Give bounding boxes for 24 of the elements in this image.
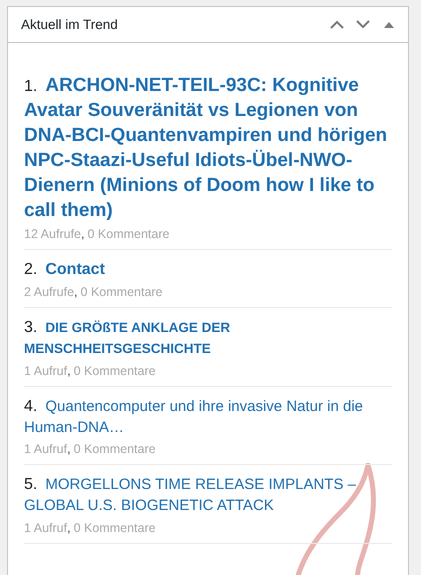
triangle-up-icon — [384, 22, 394, 28]
widget-title: Aktuell im Trend — [21, 17, 118, 32]
view-count: 2 Aufrufe — [24, 285, 74, 300]
post-title-link[interactable]: 3. DIE GRÖßTE ANKLAGE DER MENSCHHEITSGESCHICHTE — [24, 318, 392, 360]
comment-count: 0 Kommentare — [74, 364, 156, 378]
separator: , — [67, 364, 71, 378]
post-title-link[interactable]: 2. Contact — [24, 260, 392, 282]
comment-count: 0 Kommentare — [74, 442, 156, 456]
separator: , — [74, 285, 78, 300]
post-title-link[interactable]: 4. Quantencomputer und ihre invasive Natur in die Human-DNA… — [24, 396, 392, 438]
comment-count: 0 Kommentare — [87, 227, 170, 242]
view-count: 1 Aufruf — [24, 364, 68, 378]
chevron-up-icon — [330, 20, 344, 29]
comment-count: 0 Kommentare — [80, 285, 163, 300]
view-count: 1 Aufruf — [24, 442, 68, 456]
separator: , — [81, 227, 84, 242]
separator: , — [67, 521, 71, 536]
separator: , — [67, 442, 71, 456]
post-title-link[interactable]: 1. ARCHON-NET-TEIL-93C: Kognitive Avatar Souveränität vs Legionen von DNA-BCI-Quantenvampiren und hörigen NPC-Staazi-Useful Idiots-Übel-NWO-Dienern (Minions of Doom how I like to call them) — [24, 73, 392, 224]
comment-count: 0 Kommentare — [74, 521, 156, 536]
post-title-link[interactable]: 5. MORGELLONS TIME RELEASE IMPLANTS – GLOBAL U.S. BIOGENETIC ATTACK — [24, 475, 392, 518]
view-count: 1 Aufruf — [24, 521, 68, 536]
chevron-down-icon — [356, 20, 370, 29]
view-count: 12 Aufrufe — [24, 227, 81, 242]
